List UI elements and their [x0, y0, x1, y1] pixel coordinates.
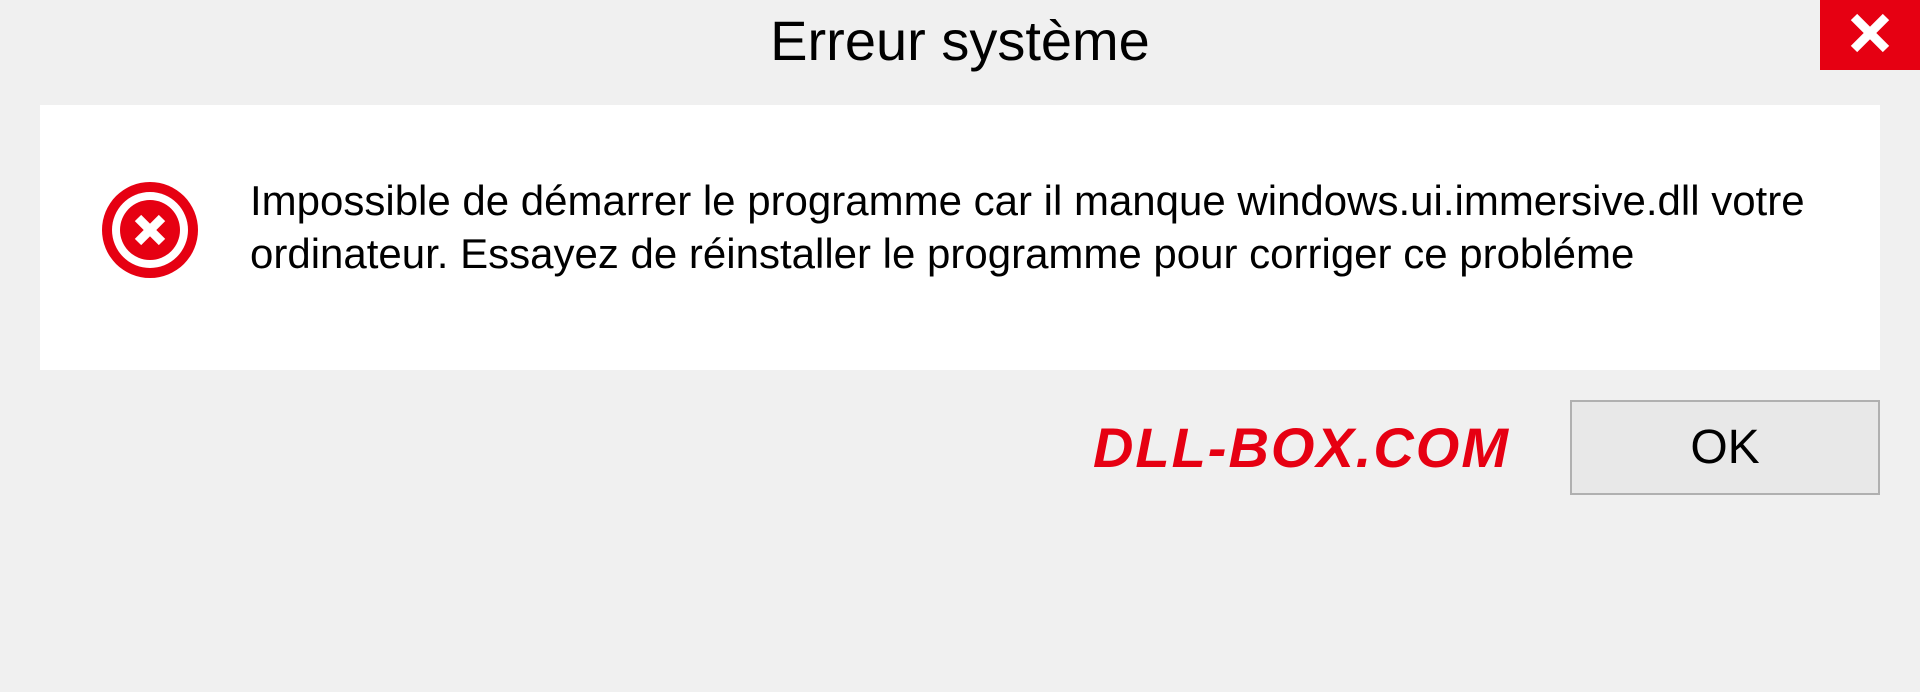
dialog-footer: DLL-BOX.COM OK [0, 390, 1920, 525]
error-message: Impossible de démarrer le programme car … [250, 175, 1820, 280]
error-icon [100, 180, 200, 280]
close-button[interactable] [1820, 0, 1920, 70]
close-icon [1846, 9, 1894, 62]
dialog-title: Erreur système [770, 8, 1150, 73]
ok-button[interactable]: OK [1570, 400, 1880, 495]
titlebar: Erreur système [0, 0, 1920, 90]
content-area: Impossible de démarrer le programme car … [40, 105, 1880, 370]
watermark-text: DLL-BOX.COM [1093, 415, 1510, 480]
error-dialog: Erreur système Impossible de démarrer le… [0, 0, 1920, 692]
